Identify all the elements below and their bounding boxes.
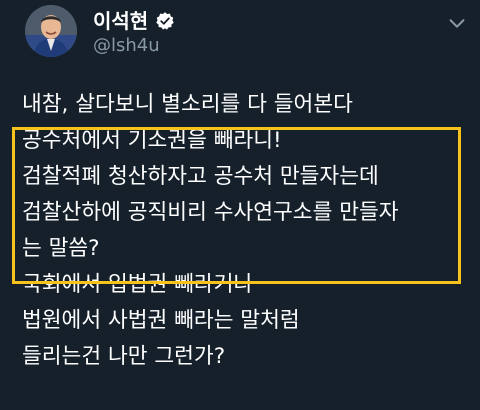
tweet-line: 국회에서 입법권 빼라거나 <box>22 272 254 297</box>
tweet-line: 검찰산하에 공직비리 수사연구소를 만들자 <box>22 200 399 225</box>
user-handle[interactable]: @lsh4u <box>93 35 160 57</box>
display-name[interactable]: 이석현 <box>93 9 148 33</box>
avatar[interactable] <box>25 5 77 57</box>
profile-photo-icon <box>25 5 77 57</box>
tweet-line: 는 말씀? <box>22 236 100 261</box>
tweet-line: 공수처에서 기소권을 빼라니! <box>22 128 282 153</box>
tweet-line: 검찰적폐 청산하자고 공수처 만들자는데 <box>22 164 379 189</box>
verified-badge-icon <box>156 12 174 30</box>
user-header: 이석현 <box>93 9 175 33</box>
tweet-line: 법원에서 사법권 빼라는 말처럼 <box>22 308 300 333</box>
tweet-text: 내참, 살다보니 별소리를 다 들어본다 공수처에서 기소권을 빼라니! 검찰적… <box>22 87 472 375</box>
chevron-down-icon[interactable] <box>446 12 468 34</box>
tweet-line: 들리는건 나만 그런가? <box>22 344 226 369</box>
tweet-line: 내참, 살다보니 별소리를 다 들어본다 <box>22 92 353 117</box>
